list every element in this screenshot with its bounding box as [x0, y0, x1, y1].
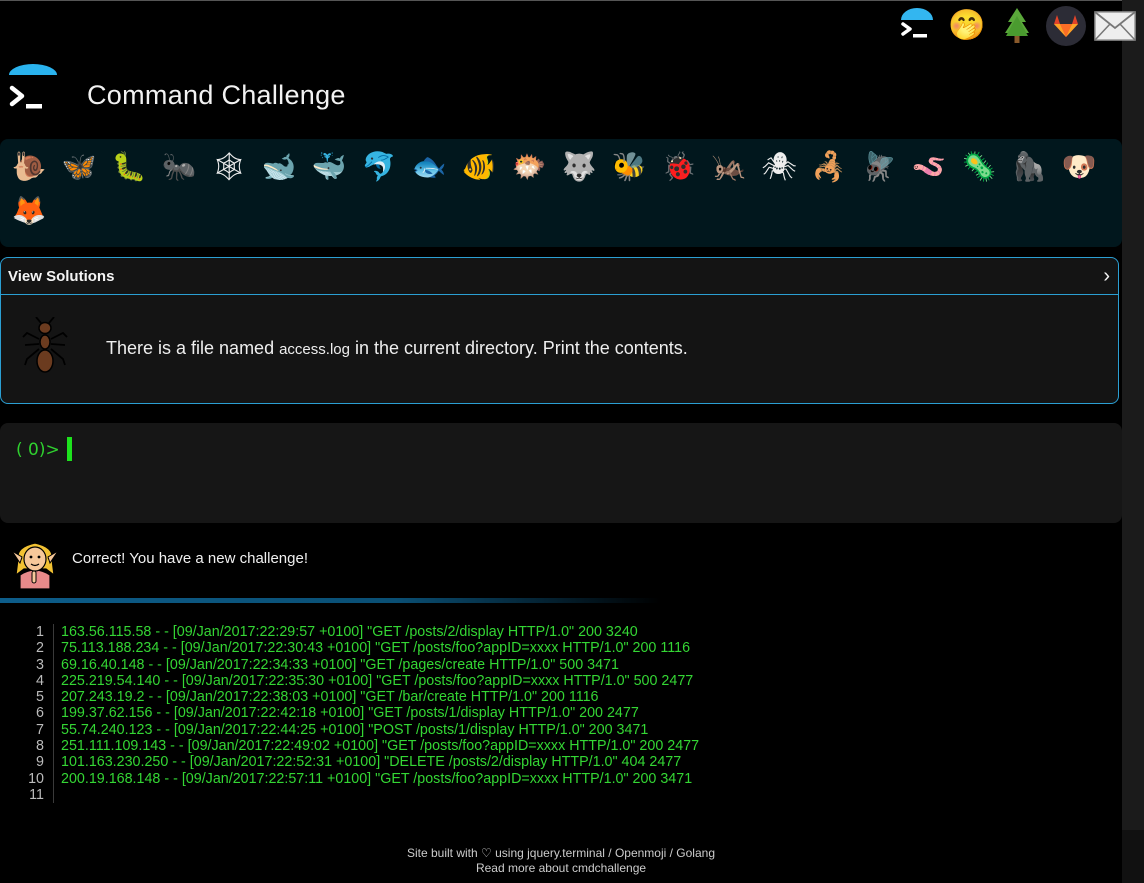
challenge-text-after: in the current directory. Print the cont… — [349, 338, 688, 358]
line-text: 251.111.109.143 - - [09/Jan/2017:22:49:0… — [53, 738, 699, 755]
wolf-icon[interactable]: 🐺 — [554, 145, 604, 189]
challenge-description: There is a file named access.log in the … — [106, 338, 688, 359]
line-number: 11 — [29, 786, 44, 803]
line-number: 9 — [36, 754, 44, 771]
line-text: 75.113.188.234 - - [09/Jan/2017:22:30:43… — [53, 640, 690, 657]
mail-icon[interactable] — [1094, 6, 1136, 46]
output-line: 5 207.243.19.2 - - [09/Jan/2017:22:38:03 … — [0, 689, 1100, 706]
bee-icon[interactable]: 🐝 — [604, 145, 654, 189]
worm-icon[interactable]: 🪱 — [904, 145, 954, 189]
line-text: 55.74.240.123 - - [09/Jan/2017:22:44:25 … — [53, 721, 648, 739]
line-number: 7 — [36, 721, 44, 738]
snail-icon[interactable]: 🐌 — [4, 145, 54, 189]
output-line: 2 75.113.188.234 - - [09/Jan/2017:22:30:4… — [0, 640, 1100, 657]
output-line: 10 200.19.168.148 - - [09/Jan/2017:22:57:… — [0, 770, 1100, 787]
page-title: Command Challenge — [87, 80, 346, 110]
line-number: 3 — [36, 656, 44, 673]
fox-icon[interactable]: 🦊 — [4, 189, 54, 233]
line-number: 10 — [28, 770, 44, 787]
challenge-text-before: There is a file named — [106, 338, 280, 358]
read-more-link[interactable]: Read more about cmdchallenge — [476, 861, 646, 875]
whale-icon[interactable]: 🐋 — [254, 145, 304, 189]
feedback-message: Correct! You have a new challenge! — [72, 550, 308, 567]
line-number: 1 — [36, 624, 44, 640]
line-text: 101.163.230.250 - - [09/Jan/2017:22:52:3… — [53, 754, 681, 771]
output-line: 8 251.111.109.143 - - [09/Jan/2017:22:49:… — [0, 738, 1100, 755]
scrollbar-thumb[interactable] — [1122, 0, 1144, 830]
spider-icon[interactable]: 🕷 — [754, 145, 804, 189]
line-text: 207.243.19.2 - - [09/Jan/2017:22:38:03 +… — [53, 689, 599, 706]
output-line: 3 69.16.40.148 - - [09/Jan/2017:22:34:33 … — [0, 656, 1100, 673]
view-solutions-header[interactable]: View Solutions › — [1, 258, 1118, 295]
challenge-filename: access.log — [279, 341, 350, 358]
view-solutions-label[interactable]: View Solutions — [8, 268, 114, 285]
ant-icon — [21, 316, 69, 375]
butterfly-icon[interactable]: 🦋 — [54, 145, 104, 189]
terminal-prompt: ( 0)> — [16, 440, 60, 460]
line-text: 199.37.62.156 - - [09/Jan/2017:22:42:18 … — [53, 705, 639, 722]
dolphin-icon[interactable]: 🐬 — [354, 145, 404, 189]
line-text: 225.219.54.140 - - [09/Jan/2017:22:35:30… — [53, 672, 693, 690]
line-number: 5 — [36, 689, 44, 706]
scrollbar[interactable] — [1122, 0, 1144, 883]
challenge-body: There is a file named access.log in the … — [1, 295, 1118, 403]
output-line: 7 55.74.240.123 - - [09/Jan/2017:22:44:25… — [0, 721, 1100, 739]
line-number: 4 — [36, 672, 44, 689]
command-output: 1 163.56.115.58 - - [09/Jan/2017:22:29:57… — [0, 624, 1100, 804]
line-number: 6 — [36, 705, 44, 722]
tree-icon[interactable] — [996, 6, 1038, 46]
spider-web-icon[interactable]: 🕸 — [204, 145, 254, 189]
terminal-icon[interactable] — [896, 6, 938, 46]
output-line: 1 163.56.115.58 - - [09/Jan/2017:22:29:57… — [0, 624, 1100, 641]
chevron-right-icon[interactable]: › — [1103, 265, 1110, 288]
emoji-row: 🐌 🦋 🐛 🐜 🕸 🐋 🐳 🐬 🐟 🐠 🐡 🐺 🐝 🐞 🦗 🕷 🦂 🪰 🪱 🦠 🦍 🐶 🦊 — [4, 145, 1114, 233]
line-text: 200.19.168.148 - - [09/Jan/2017:22:57:11… — [53, 770, 692, 787]
line-text: 69.16.40.148 - - [09/Jan/2017:22:34:33 +… — [53, 656, 619, 673]
challenge-card: View Solutions › There is a file named a… — [0, 257, 1119, 404]
terminal-cursor — [67, 437, 72, 461]
ladybug-icon[interactable]: 🐞 — [654, 145, 704, 189]
ant-icon[interactable]: 🐜 — [154, 145, 204, 189]
divider — [0, 598, 660, 603]
spouting-whale-icon[interactable]: 🐳 — [304, 145, 354, 189]
footer-credits: Site built with ♡ using jquery.terminal … — [406, 846, 715, 860]
caterpillar-icon[interactable]: 🐛 — [104, 145, 154, 189]
challenge-emoji-bar: 🐌 🦋 🐛 🐜 🕸 🐋 🐳 🐬 🐟 🐠 🐡 🐺 🐝 🐞 🦗 🕷 🦂 🪰 🪱 🦠 🦍 🐶 🦊 — [0, 139, 1122, 247]
fly-icon[interactable]: 🪰 — [854, 145, 904, 189]
top-border — [0, 0, 1144, 1]
line-number: 2 — [36, 640, 44, 657]
output-line: 6 199.37.62.156 - - [09/Jan/2017:22:42:18… — [0, 705, 1100, 722]
elf-avatar-icon — [8, 535, 62, 590]
terminal-input[interactable]: ( 0)> — [0, 423, 1122, 523]
gitlab-icon[interactable] — [1046, 6, 1086, 46]
gorilla-icon[interactable]: 🦍 — [1004, 145, 1054, 189]
shushing-face-icon[interactable]: 🤭 — [946, 6, 988, 46]
logo-icon[interactable] — [6, 64, 60, 116]
fish-icon[interactable]: 🐟 — [404, 145, 454, 189]
line-number: 8 — [36, 738, 44, 755]
output-line: 9 101.163.230.250 - - [09/Jan/2017:22:52:… — [0, 754, 1100, 771]
microbe-icon[interactable]: 🦠 — [954, 145, 1004, 189]
scorpion-icon[interactable]: 🦂 — [804, 145, 854, 189]
output-line: 11 — [0, 786, 1100, 804]
line-text — [53, 786, 61, 804]
tropical-fish-icon[interactable]: 🐠 — [454, 145, 504, 189]
blowfish-icon[interactable]: 🐡 — [504, 145, 554, 189]
line-text: 163.56.115.58 - - [09/Jan/2017:22:29:57 … — [53, 624, 638, 641]
footer: Site built with ♡ using jquery.terminal … — [0, 846, 1122, 876]
dog-icon[interactable]: 🐶 — [1054, 145, 1104, 189]
top-nav: 🤭 — [896, 6, 1136, 46]
cricket-icon[interactable]: 🦗 — [704, 145, 754, 189]
output-line: 4 225.219.54.140 - - [09/Jan/2017:22:35:3… — [0, 672, 1100, 690]
